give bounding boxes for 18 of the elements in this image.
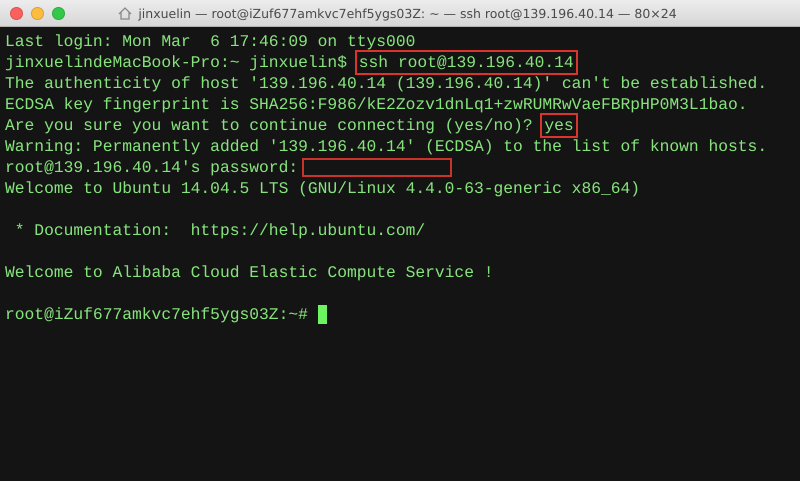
zoom-button[interactable] (52, 6, 65, 20)
window-title: jinxuelin — root@iZuf677amkvc7ehf5ygs03Z: ~ — ssh root@139.196.40.14 — 80×24 (138, 6, 677, 20)
terminal-line: jinxuelindeMacBook-Pro:~ jinxuelin$ (5, 52, 348, 73)
terminal-line: root@139.196.40.14's password: (5, 157, 298, 178)
terminal-line: The authenticity of host '139.196.40.14 (139.196.40.14)' can't be established. (5, 73, 768, 94)
terminal-line: * Documentation: https://help.ubuntu.com/ (14, 220, 426, 241)
terminal-line: root@iZuf677amkvc7ehf5ygs03Z:~# (5, 304, 309, 325)
terminal-line: Welcome to Alibaba Cloud Elastic Compute Service ! (5, 262, 494, 283)
terminal-line: Are you sure you want to continue connecting (yes/no)? (5, 115, 534, 136)
minimize-button[interactable] (31, 6, 44, 20)
terminal-line: Welcome to Ubuntu 14.04.5 LTS (GNU/Linux 4.4.0-63-generic x86_64) (5, 178, 640, 199)
highlighted-command: yes (542, 115, 576, 136)
terminal-line: Last login: Mon Mar 6 17:46:09 on ttys000 (5, 31, 416, 52)
home-icon (118, 6, 132, 20)
terminal-line: Warning: Permanently added '139.196.40.14' (ECDSA) to the list of known hosts. (5, 136, 768, 157)
highlighted-command: ssh root@139.196.40.14 (356, 52, 576, 73)
close-button[interactable] (10, 6, 23, 20)
terminal-line: ECDSA key fingerprint is SHA256:F986/kE2Zozv1dnLq1+zwRUMRwVaeFBRpHP0M3L1bao. (5, 94, 748, 115)
